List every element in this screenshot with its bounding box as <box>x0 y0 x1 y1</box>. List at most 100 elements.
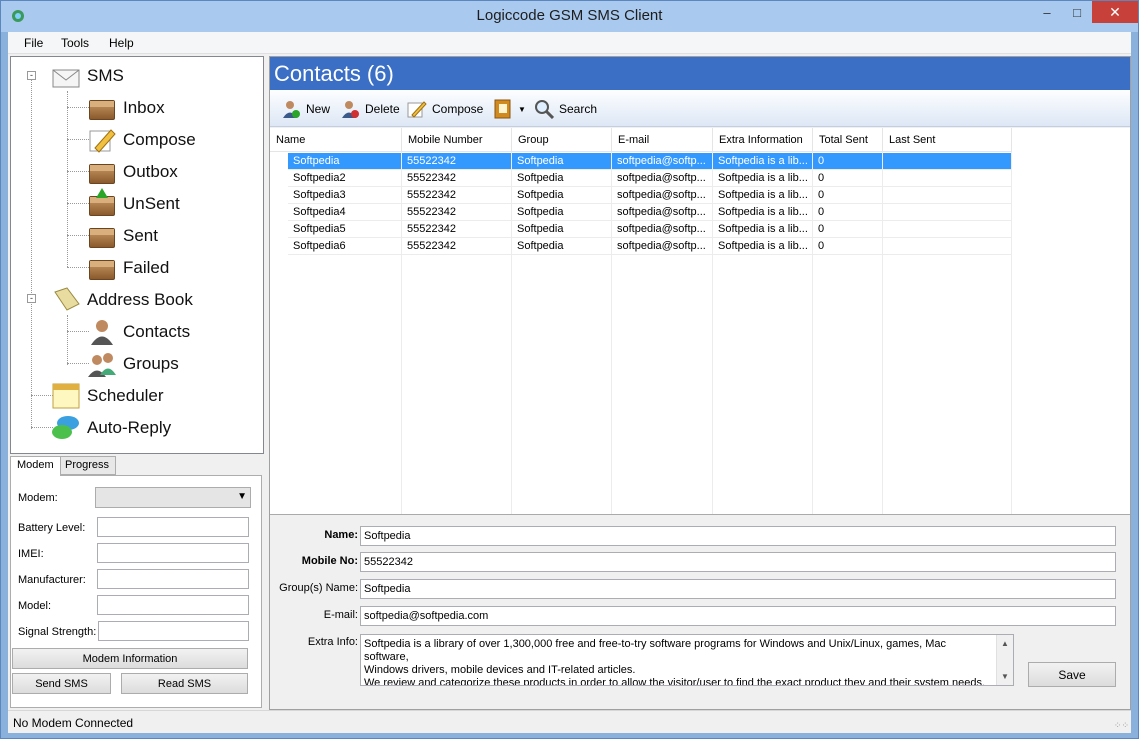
table-cell: Softpedia5 <box>288 221 402 238</box>
table-row[interactable]: Softpedia4 55522342 Softpedia softpedia@sof… <box>270 204 1130 221</box>
contacts-toolbar: New Delete Compose ▼ Search <box>270 90 1130 127</box>
table-row[interactable]: Softpedia6 55522342 Softpedia softpedia@sof… <box>270 238 1130 255</box>
mobile-field[interactable]: 55522342 <box>360 552 1116 572</box>
table-cell: 0 <box>813 204 883 221</box>
table-cell: 55522342 <box>402 238 512 255</box>
column-header-mobile[interactable]: Mobile Number <box>402 128 512 152</box>
modem-select[interactable]: ▼ <box>95 487 251 508</box>
sms-collapse-toggle[interactable]: - <box>27 71 36 80</box>
save-button[interactable]: Save <box>1028 662 1116 687</box>
search-icon <box>534 99 555 120</box>
read-sms-button[interactable]: Read SMS <box>121 673 248 694</box>
address-book-icon <box>51 286 81 314</box>
table-cell: Softpedia <box>512 221 612 238</box>
table-row[interactable]: Softpedia5 55522342 Softpedia softpedia@sof… <box>270 221 1130 238</box>
tree-node-unsent[interactable]: UnSent <box>87 188 180 219</box>
tree-node-groups[interactable]: Groups <box>87 349 179 379</box>
column-header-last-sent[interactable]: Last Sent <box>883 128 1012 152</box>
name-label: Name: <box>324 529 358 541</box>
battery-level-label: Battery Level: <box>18 522 86 534</box>
menu-tools[interactable]: Tools <box>61 36 89 50</box>
table-row[interactable]: Softpedia 55522342 Softpedia softpedia@soft… <box>270 153 1130 170</box>
menu-file[interactable]: File <box>24 36 43 50</box>
status-bar: No Modem Connected ⁘⁘ <box>8 710 1131 733</box>
tree-node-sms[interactable]: SMS <box>51 61 124 91</box>
column-header-extra[interactable]: Extra Information <box>713 128 813 152</box>
new-contact-button[interactable]: New <box>281 98 330 120</box>
tab-modem[interactable]: Modem <box>10 456 61 476</box>
table-cell <box>883 238 1012 255</box>
chevron-down-icon: ▼ <box>518 104 526 114</box>
table-row[interactable]: Softpedia3 55522342 Softpedia softpedia@sof… <box>270 187 1130 204</box>
modem-information-button[interactable]: Modem Information <box>12 648 248 669</box>
tree-node-sent[interactable]: Sent <box>87 221 158 251</box>
manufacturer-field[interactable] <box>97 569 249 589</box>
tree-node-outbox[interactable]: Outbox <box>87 157 178 187</box>
column-header-name[interactable]: Name <box>270 128 402 152</box>
column-header-group[interactable]: Group <box>512 128 612 152</box>
resize-grip-icon[interactable]: ⁘⁘ <box>1114 720 1129 731</box>
compose-button[interactable]: Compose <box>407 98 483 120</box>
modem-panel: Modem Progress Modem: ▼ Battery Level: I… <box>10 456 264 708</box>
imei-field[interactable] <box>97 543 249 563</box>
table-cell: Softpedia is a lib... <box>713 187 813 204</box>
name-field[interactable]: Softpedia <box>360 526 1116 546</box>
email-label: E-mail: <box>323 609 358 621</box>
tree-node-address-book[interactable]: Address Book <box>51 285 193 315</box>
extra-info-scrollbar[interactable]: ▲ ▼ <box>996 635 1013 685</box>
tree-node-failed[interactable]: Failed <box>87 253 169 283</box>
model-field[interactable] <box>97 595 249 615</box>
tree-label-address-book: Address Book <box>87 290 193 309</box>
contacts-panel: Contacts (6) New Delete Compose ▼ Search… <box>269 56 1131 710</box>
tab-progress[interactable]: Progress <box>58 456 117 475</box>
table-cell: softpedia@softp... <box>612 187 713 204</box>
extra-info-line-2: Windows drivers, mobile devices and IT-r… <box>364 664 636 676</box>
tree-label-inbox: Inbox <box>123 98 165 117</box>
table-cell: 55522342 <box>402 153 512 170</box>
table-cell: Softpedia4 <box>288 204 402 221</box>
column-header-email[interactable]: E-mail <box>612 128 713 152</box>
table-cell <box>883 170 1012 187</box>
table-cell: Softpedia <box>288 153 402 170</box>
delete-contact-button[interactable]: Delete <box>340 98 400 120</box>
address-book-collapse-toggle[interactable]: - <box>27 294 36 303</box>
contact-details-form: Name: Softpedia Mobile No: 55522342 Grou… <box>270 516 1130 709</box>
address-book-icon <box>493 99 513 119</box>
email-field[interactable]: softpedia@softpedia.com <box>360 606 1116 626</box>
search-button[interactable]: Search <box>534 98 597 120</box>
tree-label-scheduler: Scheduler <box>87 386 164 405</box>
table-cell: softpedia@softp... <box>612 221 713 238</box>
user-icon <box>87 318 117 346</box>
table-row[interactable]: Softpedia2 55522342 Softpedia softpedia@sof… <box>270 170 1130 187</box>
status-text: No Modem Connected <box>13 716 134 730</box>
tree-node-inbox[interactable]: Inbox <box>87 93 165 123</box>
send-sms-button[interactable]: Send SMS <box>12 673 111 694</box>
table-cell <box>883 221 1012 238</box>
column-header-total-sent[interactable]: Total Sent <box>813 128 883 152</box>
tree-node-compose[interactable]: Compose <box>87 125 196 155</box>
menu-help[interactable]: Help <box>109 36 134 50</box>
envelope-icon <box>51 62 81 90</box>
signal-strength-field[interactable] <box>98 621 249 641</box>
table-cell: 0 <box>813 153 883 170</box>
tree-node-scheduler[interactable]: Scheduler <box>51 381 164 411</box>
minimize-button[interactable]: – <box>1033 1 1061 23</box>
battery-level-field[interactable] <box>97 517 249 537</box>
table-cell <box>883 187 1012 204</box>
table-cell: Softpedia is a lib... <box>713 238 813 255</box>
box-icon <box>87 158 117 186</box>
maximize-button[interactable]: □ <box>1063 1 1091 23</box>
title-bar[interactable]: Logiccode GSM SMS Client – □ ✕ <box>1 1 1138 32</box>
extra-info-textarea[interactable]: Softpedia is a library of over 1,300,000… <box>360 634 1014 686</box>
tree-node-contacts[interactable]: Contacts <box>87 317 190 347</box>
address-book-dropdown-button[interactable]: ▼ <box>493 98 526 120</box>
close-button[interactable]: ✕ <box>1092 1 1138 23</box>
table-cell: Softpedia2 <box>288 170 402 187</box>
tree-label-contacts: Contacts <box>123 322 191 341</box>
tree-node-auto-reply[interactable]: Auto-Reply <box>51 413 171 443</box>
table-cell: Softpedia is a lib... <box>713 221 813 238</box>
table-cell: 55522342 <box>402 221 512 238</box>
table-cell: Softpedia is a lib... <box>713 204 813 221</box>
new-label: New <box>306 102 331 116</box>
groups-field[interactable]: Softpedia <box>360 579 1116 599</box>
